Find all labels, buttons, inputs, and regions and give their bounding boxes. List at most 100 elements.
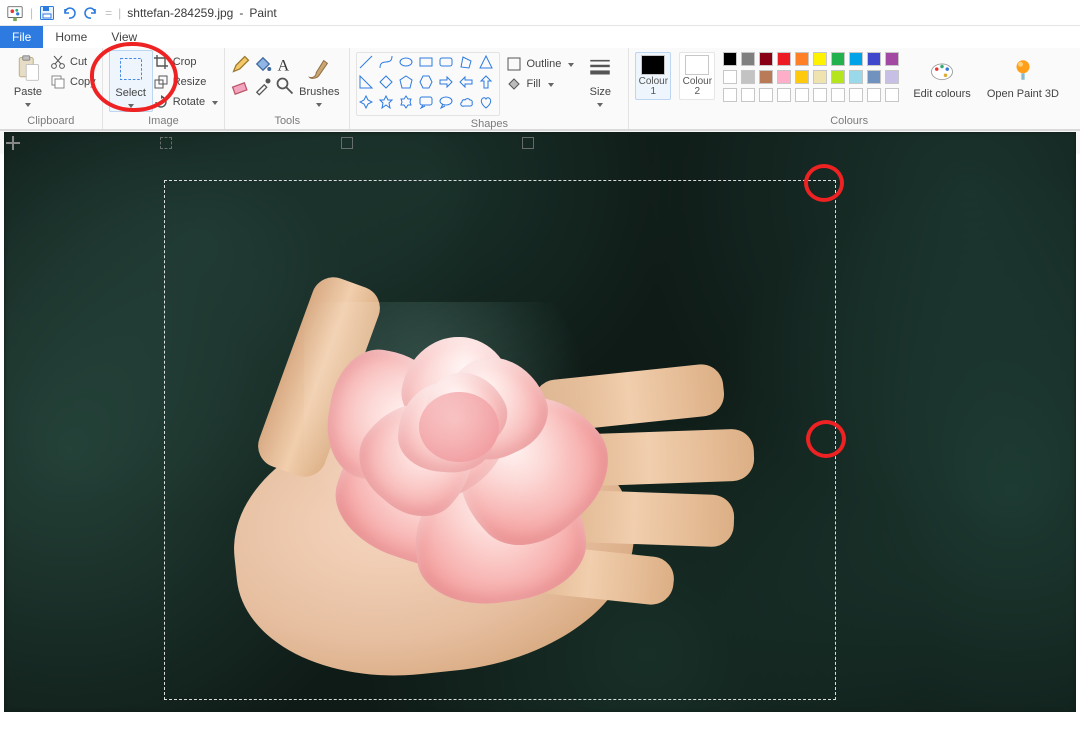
brushes-icon (303, 52, 335, 84)
shape-heart[interactable] (479, 95, 493, 109)
palette-swatch[interactable] (849, 52, 863, 66)
copy-icon (50, 74, 66, 90)
colour1-button[interactable]: Colour 1 (635, 52, 671, 100)
select-button[interactable]: Select (109, 50, 153, 112)
shape-triangle[interactable] (479, 55, 493, 69)
shape-arrowl[interactable] (459, 75, 473, 89)
shape-callout-rrect[interactable] (419, 95, 433, 109)
shapes-gallery[interactable] (357, 53, 499, 115)
palette-swatch[interactable] (867, 88, 881, 102)
palette-swatch[interactable] (723, 70, 737, 84)
shape-polygon[interactable] (459, 55, 473, 69)
crop-button[interactable]: Crop (153, 52, 218, 72)
shape-callout-cloud[interactable] (459, 95, 473, 109)
shape-curve[interactable] (379, 55, 393, 69)
title-separator-3: | (118, 6, 121, 20)
canvas[interactable] (4, 132, 1076, 712)
paint-app-icon (6, 4, 24, 22)
palette-swatch[interactable] (813, 70, 827, 84)
resize-icon (153, 74, 169, 90)
palette-swatch[interactable] (723, 52, 737, 66)
shape-diamond[interactable] (379, 75, 393, 89)
palette-swatch[interactable] (777, 70, 791, 84)
outline-icon (506, 56, 522, 72)
resize-button[interactable]: Resize (153, 72, 218, 92)
shape-rect[interactable] (419, 55, 433, 69)
palette-swatch[interactable] (795, 52, 809, 66)
palette-swatch[interactable] (759, 70, 773, 84)
rotate-button[interactable]: Rotate (153, 92, 218, 112)
paint3d-icon (1007, 54, 1039, 86)
palette-swatch[interactable] (849, 88, 863, 102)
palette-swatch[interactable] (849, 70, 863, 84)
redo-icon[interactable] (83, 5, 99, 21)
ribbon: Paste Cut Copy Clipboard (0, 48, 1080, 130)
group-image: Select Crop Resize Rotate (103, 48, 225, 129)
palette-swatch[interactable] (831, 52, 845, 66)
palette-swatch[interactable] (885, 70, 899, 84)
tool-picker[interactable] (253, 76, 273, 96)
shape-callout-oval[interactable] (439, 95, 453, 109)
selection-marquee[interactable] (164, 180, 836, 700)
status-cursor (6, 136, 20, 150)
select-icon (115, 53, 147, 85)
save-icon[interactable] (39, 5, 55, 21)
palette-swatch[interactable] (759, 52, 773, 66)
shape-roundrect[interactable] (439, 55, 453, 69)
tool-zoom[interactable] (275, 76, 295, 96)
colour-palette[interactable] (723, 52, 901, 104)
shape-hexagon[interactable] (419, 75, 433, 89)
window-appname: Paint (249, 6, 276, 20)
title-separator-2: = (105, 6, 112, 20)
colour1-swatch (641, 55, 665, 75)
tool-pencil[interactable] (231, 54, 251, 74)
copy-button[interactable]: Copy (50, 72, 96, 92)
palette-swatch[interactable] (759, 88, 773, 102)
palette-swatch[interactable] (885, 52, 899, 66)
size-icon (584, 52, 616, 84)
palette-swatch[interactable] (813, 52, 827, 66)
palette-swatch[interactable] (831, 88, 845, 102)
palette-swatch[interactable] (741, 52, 755, 66)
palette-swatch[interactable] (831, 70, 845, 84)
tool-bucket[interactable] (253, 54, 273, 74)
shape-star5[interactable] (379, 95, 393, 109)
brushes-button[interactable]: Brushes (295, 50, 343, 110)
palette-swatch[interactable] (741, 88, 755, 102)
shape-oval[interactable] (399, 55, 413, 69)
edit-colours-button[interactable]: Edit colours (909, 52, 974, 100)
tab-file[interactable]: File (0, 26, 43, 48)
cut-icon (50, 54, 66, 70)
group-colours: Colour 1 Colour 2 Edit colours Open Pain… (629, 48, 1069, 129)
shape-rtriangle[interactable] (359, 75, 373, 89)
palette-swatch[interactable] (795, 88, 809, 102)
shape-arrowr[interactable] (439, 75, 453, 89)
palette-swatch[interactable] (813, 88, 827, 102)
palette-swatch[interactable] (885, 88, 899, 102)
canvas-size-icon (341, 137, 353, 149)
colour2-button[interactable]: Colour 2 (679, 52, 715, 100)
palette-swatch[interactable] (777, 52, 791, 66)
palette-swatch[interactable] (741, 70, 755, 84)
shape-outline-button[interactable]: Outline (506, 54, 574, 74)
tool-eraser[interactable] (231, 76, 251, 96)
shape-line[interactable] (359, 55, 373, 69)
palette-swatch[interactable] (795, 70, 809, 84)
shape-pentagon[interactable] (399, 75, 413, 89)
undo-icon[interactable] (61, 5, 77, 21)
shape-arrowu[interactable] (479, 75, 493, 89)
tool-text[interactable]: A (275, 54, 295, 74)
shape-star4[interactable] (359, 95, 373, 109)
paste-button[interactable]: Paste (6, 50, 50, 110)
palette-swatch[interactable] (867, 70, 881, 84)
palette-swatch[interactable] (867, 52, 881, 66)
open-paint3d-button[interactable]: Open Paint 3D (983, 52, 1063, 100)
tab-home[interactable]: Home (43, 26, 99, 48)
shape-star6[interactable] (399, 95, 413, 109)
size-button[interactable]: Size (578, 50, 622, 110)
tab-view[interactable]: View (99, 26, 149, 48)
palette-swatch[interactable] (777, 88, 791, 102)
shape-fill-button[interactable]: Fill (506, 74, 574, 94)
cut-button[interactable]: Cut (50, 52, 96, 72)
palette-swatch[interactable] (723, 88, 737, 102)
